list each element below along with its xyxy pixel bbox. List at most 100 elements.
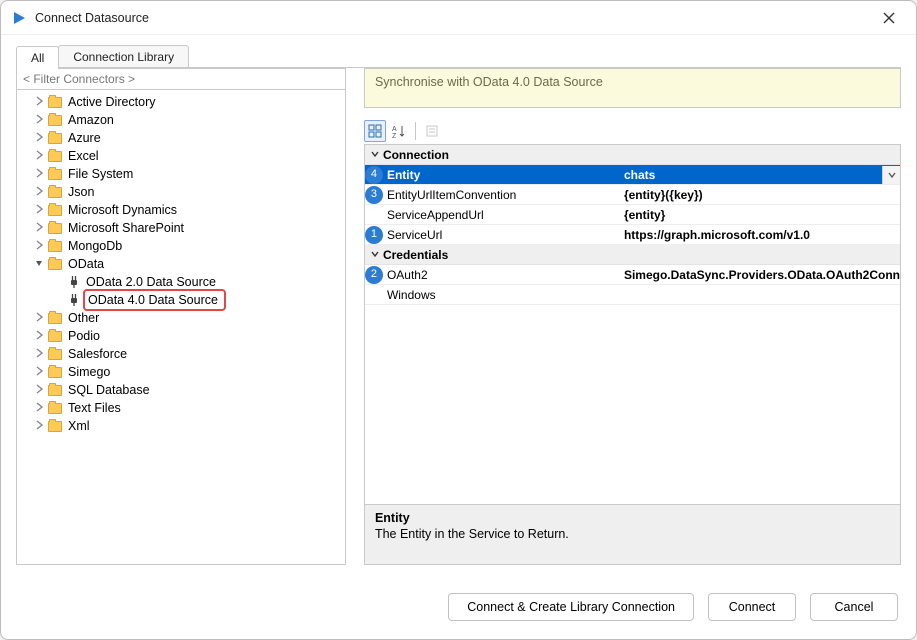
titlebar: Connect Datasource [1, 1, 916, 35]
tree-folder-microsoft-sharepoint[interactable]: Microsoft SharePoint [17, 219, 345, 237]
folder-icon [48, 259, 62, 270]
svg-text:Z: Z [392, 133, 397, 138]
property-name: EntityUrlItemConvention [383, 188, 618, 202]
step-badge: 4 [365, 166, 383, 184]
tree-folder-excel[interactable]: Excel [17, 147, 345, 165]
step-badge: 2 [365, 266, 383, 284]
tree-folder-mongodb[interactable]: MongoDb [17, 237, 345, 255]
property-group-credentials[interactable]: Credentials [365, 245, 900, 265]
chevron-right-icon[interactable] [34, 150, 46, 162]
cancel-button[interactable]: Cancel [810, 593, 898, 621]
chevron-right-icon[interactable] [34, 348, 46, 360]
tree-folder-xml[interactable]: Xml [17, 417, 345, 435]
property-row-oauth2[interactable]: 2OAuth2Simego.DataSync.Providers.OData.O… [365, 265, 900, 285]
folder-icon [48, 349, 62, 360]
tree-folder-amazon[interactable]: Amazon [17, 111, 345, 129]
folder-icon [48, 187, 62, 198]
folder-icon [48, 151, 62, 162]
close-button[interactable] [872, 5, 906, 31]
property-name: Windows [383, 288, 618, 302]
chevron-down-icon[interactable] [367, 248, 383, 262]
step-badge: 3 [365, 186, 383, 204]
connect-create-library-button[interactable]: Connect & Create Library Connection [448, 593, 694, 621]
tree-folder-salesforce[interactable]: Salesforce [17, 345, 345, 363]
svg-text:A: A [392, 126, 397, 133]
chevron-right-icon[interactable] [34, 96, 46, 108]
chevron-down-icon[interactable] [34, 258, 46, 270]
property-name: ServiceAppendUrl [383, 208, 618, 222]
property-pages-button[interactable] [421, 120, 443, 142]
property-row-serviceappendurl[interactable]: ServiceAppendUrl{entity} [365, 205, 900, 225]
property-toolbar: AZ [364, 118, 901, 144]
tree-folder-json[interactable]: Json [17, 183, 345, 201]
folder-icon [48, 403, 62, 414]
dialog-footer: Connect & Create Library Connection Conn… [1, 575, 916, 639]
tree-folder-simego[interactable]: Simego [17, 363, 345, 381]
property-name: Entity [383, 168, 618, 182]
tab-all[interactable]: All [16, 46, 59, 69]
property-description: Entity The Entity in the Service to Retu… [364, 505, 901, 565]
folder-icon [48, 367, 62, 378]
dropdown-button[interactable] [882, 166, 900, 184]
chevron-right-icon[interactable] [34, 186, 46, 198]
chevron-right-icon[interactable] [34, 384, 46, 396]
chevron-right-icon[interactable] [34, 402, 46, 414]
step-badge: 1 [365, 226, 383, 244]
folder-icon [48, 241, 62, 252]
chevron-right-icon[interactable] [34, 168, 46, 180]
property-value[interactable]: chats [618, 168, 882, 182]
property-grid: Connection4Entitychats3EntityUrlItemConv… [364, 144, 901, 505]
connectors-tree[interactable]: Active DirectoryAmazonAzureExcelFile Sys… [16, 90, 346, 565]
folder-icon [48, 97, 62, 108]
property-value[interactable]: {entity}({key}) [618, 188, 900, 202]
property-value[interactable]: {entity} [618, 208, 900, 222]
folder-icon [48, 313, 62, 324]
folder-icon [48, 133, 62, 144]
dialog-title: Connect Datasource [35, 11, 149, 25]
tree-folder-azure[interactable]: Azure [17, 129, 345, 147]
property-row-entityurlitemconvention[interactable]: 3EntityUrlItemConvention{entity}({key}) [365, 185, 900, 205]
chevron-right-icon[interactable] [34, 330, 46, 342]
chevron-right-icon[interactable] [34, 114, 46, 126]
property-value[interactable]: Simego.DataSync.Providers.OData.OAuth2Co… [618, 268, 900, 282]
property-row-entity[interactable]: 4Entitychats [365, 165, 900, 185]
datasource-icon [68, 294, 80, 306]
filter-connectors-input[interactable]: < Filter Connectors > [16, 68, 346, 90]
app-icon [11, 10, 27, 26]
chevron-right-icon[interactable] [34, 204, 46, 216]
alphabetical-view-button[interactable]: AZ [388, 120, 410, 142]
property-row-serviceurl[interactable]: 1ServiceUrlhttps://graph.microsoft.com/v… [365, 225, 900, 245]
property-value[interactable]: https://graph.microsoft.com/v1.0 [618, 228, 900, 242]
tabs-area: All Connection Library [1, 35, 916, 68]
tree-folder-microsoft-dynamics[interactable]: Microsoft Dynamics [17, 201, 345, 219]
tree-folder-text-files[interactable]: Text Files [17, 399, 345, 417]
tree-folder-file-system[interactable]: File System [17, 165, 345, 183]
chevron-right-icon[interactable] [34, 366, 46, 378]
chevron-right-icon[interactable] [34, 420, 46, 432]
property-group-connection[interactable]: Connection [365, 145, 900, 165]
tab-connection-library[interactable]: Connection Library [58, 45, 189, 68]
tree-folder-podio[interactable]: Podio [17, 327, 345, 345]
chevron-right-icon[interactable] [34, 222, 46, 234]
folder-icon [48, 331, 62, 342]
property-name: OAuth2 [383, 268, 618, 282]
folder-icon [48, 223, 62, 234]
categorized-view-button[interactable] [364, 120, 386, 142]
tree-item-odata-4-0-data-source[interactable]: OData 4.0 Data Source [17, 291, 345, 309]
properties-panel: Synchronise with OData 4.0 Data Source A… [364, 68, 901, 565]
tree-folder-sql-database[interactable]: SQL Database [17, 381, 345, 399]
info-banner: Synchronise with OData 4.0 Data Source [364, 68, 901, 108]
property-description-text: The Entity in the Service to Return. [375, 527, 890, 541]
tree-folder-odata[interactable]: OData [17, 255, 345, 273]
chevron-right-icon[interactable] [34, 312, 46, 324]
property-description-title: Entity [375, 511, 890, 525]
chevron-right-icon[interactable] [34, 132, 46, 144]
property-row-windows[interactable]: Windows [365, 285, 900, 305]
chevron-down-icon[interactable] [367, 148, 383, 162]
chevron-right-icon[interactable] [34, 240, 46, 252]
connectors-panel: < Filter Connectors > Active DirectoryAm… [16, 68, 346, 565]
tree-folder-active-directory[interactable]: Active Directory [17, 93, 345, 111]
connect-button[interactable]: Connect [708, 593, 796, 621]
tree-folder-other[interactable]: Other [17, 309, 345, 327]
folder-icon [48, 169, 62, 180]
